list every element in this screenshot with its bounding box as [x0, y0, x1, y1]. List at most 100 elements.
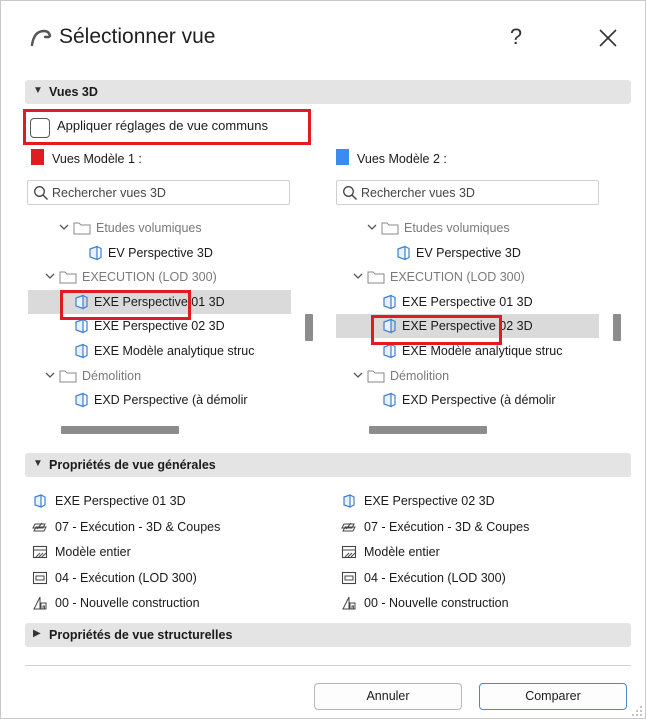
- app-logo-icon: [30, 29, 52, 47]
- layer-combination-icon: [32, 522, 47, 531]
- model-view-icon: [341, 545, 357, 559]
- tree-folder-row[interactable]: Etudes volumiques: [336, 216, 599, 240]
- tree-folder-row[interactable]: EXECUTION (LOD 300): [336, 265, 599, 289]
- tree-view-row[interactable]: EXD Perspective (à démolir: [336, 388, 599, 412]
- view-3d-icon: [89, 245, 102, 260]
- section-general-properties[interactable]: ▼ Propriétés de vue générales: [25, 453, 631, 477]
- select-view-dialog: Sélectionner vue ? ▼ Vues 3D Appliquer r…: [0, 0, 646, 719]
- search-input-model-2[interactable]: Rechercher vues 3D: [336, 180, 599, 205]
- folder-icon: [73, 222, 91, 235]
- chevron-down-icon: [45, 372, 55, 378]
- pen-set-icon: [32, 571, 48, 584]
- tree-folder-label: EXECUTION (LOD 300): [82, 270, 217, 285]
- horizontal-scrollbar-model-2[interactable]: [369, 426, 487, 434]
- property-value: Modèle entier: [55, 545, 131, 559]
- dialog-title: Sélectionner vue: [59, 25, 216, 48]
- folder-icon: [381, 222, 399, 235]
- tree-view-label: EXD Perspective (à démolir: [402, 393, 556, 408]
- model-1-label: Vues Modèle 1 :: [52, 152, 142, 166]
- tree-view-label: EXE Modèle analytique struc: [402, 344, 563, 358]
- help-button[interactable]: ?: [501, 23, 531, 53]
- folder-icon: [367, 271, 385, 284]
- model-2-color-swatch: [336, 149, 349, 165]
- model-2-label: Vues Modèle 2 :: [357, 152, 447, 166]
- property-value: 04 - Exécution (LOD 300): [55, 570, 197, 585]
- horizontal-scrollbar-model-1[interactable]: [61, 426, 179, 434]
- property-value: 07 - Exécution - 3D & Coupes: [55, 519, 221, 534]
- chevron-down-icon: [45, 273, 55, 280]
- property-value: EXE Perspective 01 3D: [55, 494, 186, 508]
- tree-view-label: EV Perspective 3D: [108, 245, 213, 260]
- view-3d-icon: [75, 319, 88, 334]
- resize-grip-icon[interactable]: [631, 705, 643, 717]
- title-bar: Sélectionner vue ?: [1, 1, 645, 71]
- search-placeholder: Rechercher vues 3D: [52, 186, 166, 200]
- property-value: 04 - Exécution (LOD 300): [364, 570, 506, 585]
- section-label: Vues 3D: [49, 85, 98, 99]
- tree-folder-label: Démolition: [390, 368, 450, 383]
- tree-folder-label: Etudes volumiques: [96, 221, 202, 235]
- close-icon[interactable]: [591, 21, 625, 55]
- section-vues-3d[interactable]: ▼ Vues 3D: [25, 80, 631, 104]
- property-value: 00 - Nouvelle construction: [364, 596, 509, 610]
- view-3d-icon: [383, 294, 396, 310]
- model-view-icon: [32, 545, 48, 559]
- tree-folder-label: Démolition: [82, 368, 142, 383]
- view-3d-icon: [397, 245, 410, 260]
- view-3d-icon: [383, 343, 396, 359]
- folder-icon: [367, 370, 385, 383]
- common-settings-checkbox[interactable]: [30, 118, 50, 138]
- renovation-filter-icon: [342, 596, 356, 610]
- tree-view-label: EXE Perspective 02 3D: [94, 319, 225, 334]
- property-value: EXE Perspective 02 3D: [364, 494, 495, 508]
- chevron-down-icon: [59, 224, 69, 230]
- tree-folder-row[interactable]: Etudes volumiques: [28, 216, 291, 240]
- model-1-color-swatch: [31, 149, 44, 165]
- property-value: 07 - Exécution - 3D & Coupes: [364, 519, 530, 534]
- tree-folder-row[interactable]: EXECUTION (LOD 300): [28, 265, 291, 289]
- selection-highlight-model-2: [371, 315, 502, 345]
- layer-combination-icon: [341, 522, 356, 531]
- chevron-down-icon: [353, 273, 363, 280]
- vertical-scrollbar-model-2[interactable]: [613, 314, 621, 341]
- section-structural-properties[interactable]: ▶ Propriétés de vue structurelles: [25, 623, 631, 647]
- expand-arrow-icon: ▶: [33, 628, 41, 639]
- search-icon: [34, 186, 48, 200]
- tree-view-row[interactable]: EXE Modèle analytique struc: [28, 339, 291, 363]
- tree-view-row[interactable]: EV Perspective 3D: [336, 241, 599, 265]
- search-input-model-1[interactable]: Rechercher vues 3D: [27, 180, 290, 205]
- tree-view-label: EXD Perspective (à démolir: [94, 393, 248, 408]
- tree-view-row[interactable]: EV Perspective 3D: [28, 241, 291, 265]
- selection-highlight-model-1: [60, 290, 191, 320]
- pen-set-icon: [341, 571, 357, 584]
- tree-view-row[interactable]: EXD Perspective (à démolir: [28, 388, 291, 412]
- section-label: Propriétés de vue générales: [49, 458, 216, 472]
- search-icon: [343, 186, 357, 200]
- view-3d-icon: [75, 392, 88, 408]
- vertical-scrollbar-model-1[interactable]: [305, 314, 313, 341]
- chevron-down-icon: [367, 224, 377, 230]
- common-settings-label: Appliquer réglages de vue communs: [57, 118, 269, 133]
- view-icon: [343, 494, 355, 508]
- tree-view-row[interactable]: EXE Perspective 01 3D: [336, 290, 599, 314]
- tree-folder-row[interactable]: Démolition: [336, 364, 599, 388]
- tree-view-label: EXE Modèle analytique struc: [94, 344, 255, 358]
- cancel-button[interactable]: Annuler: [314, 683, 462, 710]
- tree-folder-row[interactable]: Démolition: [28, 364, 291, 388]
- property-value: Modèle entier: [364, 545, 440, 559]
- collapse-arrow-icon: ▼: [33, 85, 43, 96]
- chevron-down-icon: [353, 372, 363, 378]
- view-3d-icon: [383, 392, 396, 408]
- common-settings-row: Appliquer réglages de vue communs: [23, 109, 311, 145]
- tree-view-label: EXE Perspective 01 3D: [402, 294, 533, 309]
- renovation-filter-icon: [33, 596, 47, 610]
- tree-folder-label: EXECUTION (LOD 300): [390, 270, 525, 285]
- compare-button[interactable]: Comparer: [479, 683, 627, 710]
- folder-icon: [59, 271, 77, 284]
- view-3d-icon: [75, 343, 88, 359]
- property-value: 00 - Nouvelle construction: [55, 596, 200, 610]
- view-tree-model-2[interactable]: Etudes volumiques EV Perspective 3D EXECUT…: [336, 213, 599, 413]
- view-icon: [34, 494, 46, 508]
- tree-view-label: EV Perspective 3D: [416, 245, 521, 260]
- collapse-arrow-icon: ▼: [33, 458, 43, 469]
